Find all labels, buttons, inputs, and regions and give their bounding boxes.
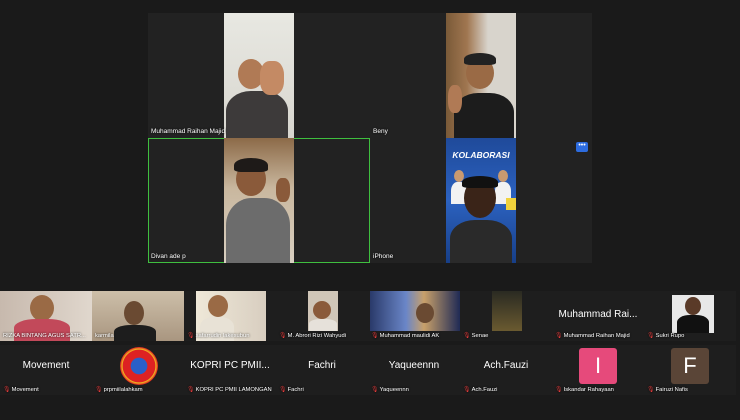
muted-mic-icon: 🎙 [463,333,471,339]
zoom-gallery-view: Muhammad Raihan Majid Beny Divan ade p K… [0,0,740,420]
thumb-safarrudin[interactable]: 🎙safarrudin lakesubun [184,291,276,341]
video-feed: KOLABORASI [446,138,516,263]
video-feed [224,13,294,138]
participant-name: 🎙KOPRI PC PMII LAMONGAN [187,387,272,393]
video-feed [224,138,294,263]
video-tile-iphone[interactable]: KOLABORASI ••• iPhone [370,138,592,263]
participant-name: 🎙Senae [463,333,489,339]
participant-display-name: KOPRI PC PMII... [190,360,270,371]
main-video-grid: Muhammad Raihan Majid Beny Divan ade p K… [148,13,592,263]
poster-title: KOLABORASI [452,150,510,160]
participant-name: 🎙safarrudin lakesubun [187,333,250,339]
participant-name: 🎙Yaqueennn [371,387,409,393]
participant-name: 🎙prpmiilalahkam [95,387,143,393]
avatar-initial: F [671,348,709,384]
muted-mic-icon: 🎙 [371,387,379,393]
muted-mic-icon: 🎙 [555,387,563,393]
participant-name: Beny [373,128,388,135]
participant-name: 🎙Fachri [279,387,304,393]
participant-name: 🎙M. Abrori Rizi Wahyudi [279,333,347,339]
thumb-kopri[interactable]: KOPRI PC PMII... 🎙KOPRI PC PMII LAMONGAN [184,345,276,395]
participant-strip-row-2: Movement 🎙Movement 🎙prpmiilalahkam KOPRI… [0,345,740,395]
thumb-rizka[interactable]: RIZKA BINTANG AGUS SATR... [0,291,92,341]
muted-mic-icon: 🎙 [3,387,11,393]
participant-name: 🎙Iskandar Rahayaan [555,387,614,393]
video-tile-raihan[interactable]: Muhammad Raihan Majid [148,13,370,138]
participant-name: 🎙Muhammad Raihan Majid [555,333,630,339]
thumb-senae[interactable]: 🎙Senae [460,291,552,341]
participant-name: 🎙Ach.Fauzi [463,387,498,393]
participant-name: karmila [95,333,114,339]
thumb-achfauzi[interactable]: Ach.Fauzi 🎙Ach.Fauzi [460,345,552,395]
more-options-button[interactable]: ••• [576,142,588,152]
thumb-raihan-name[interactable]: Muhammad Rai... 🎙Muhammad Raihan Majid [552,291,644,341]
muted-mic-icon: 🎙 [463,387,471,393]
muted-mic-icon: 🎙 [371,333,379,339]
avatar-initial: I [579,348,617,384]
muted-mic-icon: 🎙 [95,387,103,393]
participant-name: Muhammad Raihan Majid [151,128,226,135]
participant-name: Divan ade p [151,253,186,260]
video-tile-divan[interactable]: Divan ade p [148,138,370,263]
thumb-fairuzi[interactable]: F 🎙Fairuzi Nafis [644,345,736,395]
thumb-yaqueennn[interactable]: Yaqueennn 🎙Yaqueennn [368,345,460,395]
participant-name: iPhone [373,253,394,260]
muted-mic-icon: 🎙 [187,387,195,393]
participant-name: 🎙Sukri Rupo [647,333,685,339]
thumb-sukri[interactable]: 🎙Sukri Rupo [644,291,736,341]
participant-display-name: Yaqueennn [388,360,440,371]
thumb-movement[interactable]: Movement 🎙Movement [0,345,92,395]
thumb-fachri[interactable]: Fachri 🎙Fachri [276,345,368,395]
thumb-abrori[interactable]: 🎙M. Abrori Rizi Wahyudi [276,291,368,341]
participant-strip-row-1: RIZKA BINTANG AGUS SATR... karmila 🎙safa… [0,291,740,341]
muted-mic-icon: 🎙 [279,333,287,339]
muted-mic-icon: 🎙 [647,387,655,393]
participant-display-name: Ach.Fauzi [483,360,529,371]
participant-name: RIZKA BINTANG AGUS SATR... [3,333,86,339]
thumb-karmila[interactable]: karmila [92,291,184,341]
organization-logo-icon [120,347,158,385]
muted-mic-icon: 🎙 [279,387,287,393]
muted-mic-icon: 🎙 [555,333,563,339]
muted-mic-icon: 🎙 [647,333,655,339]
participant-name: 🎙Movement [3,387,39,393]
video-feed [446,13,516,138]
thumb-maulidi[interactable]: 🎙Muhammad maulidi AK [368,291,460,341]
participant-display-name: Fachri [308,360,336,371]
participant-name: 🎙Fairuzi Nafis [647,387,688,393]
thumb-iskandar[interactable]: I 🎙Iskandar Rahayaan [552,345,644,395]
video-tile-beny[interactable]: Beny [370,13,592,138]
thumb-prpmii[interactable]: 🎙prpmiilalahkam [92,345,184,395]
participant-name: 🎙Muhammad maulidi AK [371,333,440,339]
participant-display-name: Movement [22,360,70,371]
muted-mic-icon: 🎙 [187,333,195,339]
participant-display-name: Muhammad Rai... [558,309,638,320]
